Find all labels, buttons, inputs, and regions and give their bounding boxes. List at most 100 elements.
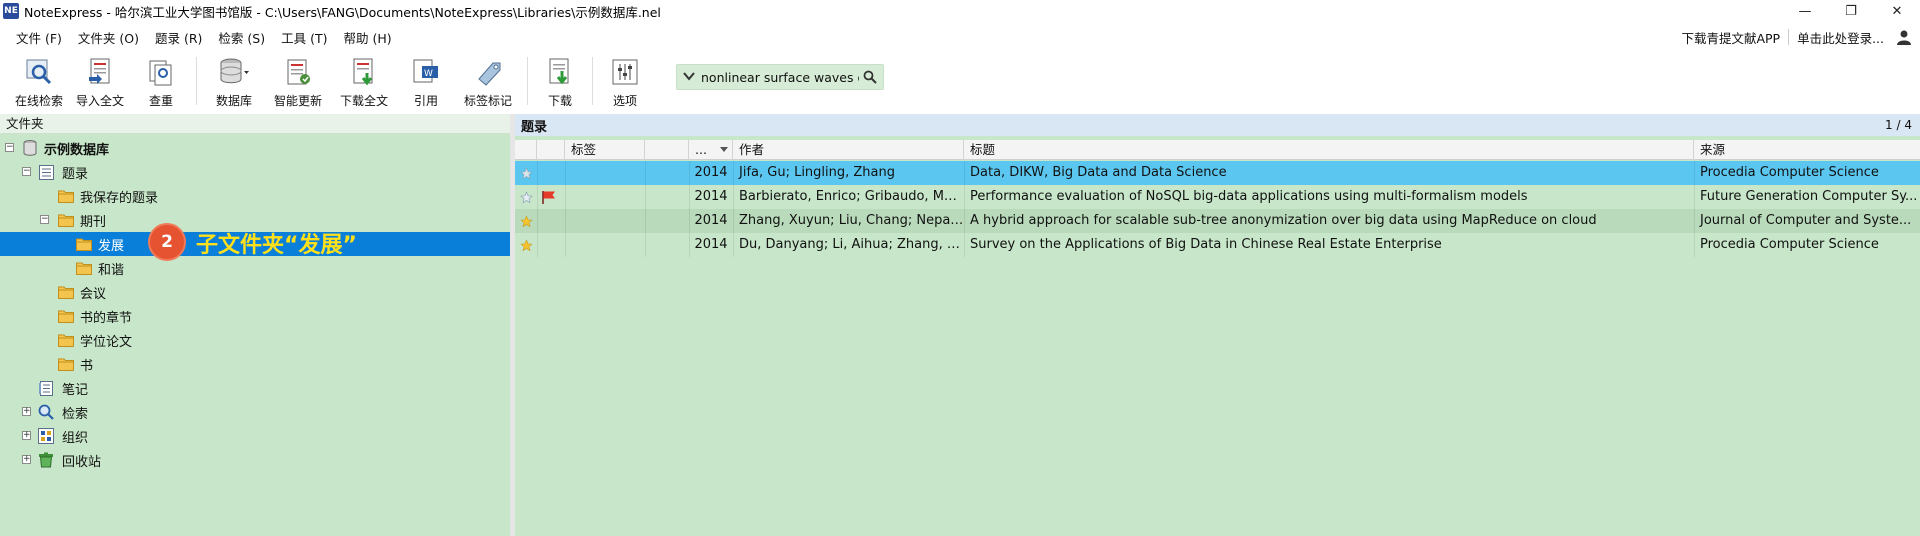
- tree-node-recycle-bin[interactable]: + 回收站: [0, 448, 510, 472]
- database-icon: [22, 140, 38, 156]
- options-label: 选项: [612, 94, 637, 108]
- references-icon: [38, 164, 54, 180]
- collapse-icon[interactable]: −: [5, 143, 14, 152]
- database-label: 数据库: [215, 94, 252, 108]
- online-search-button[interactable]: 在线检索: [10, 52, 68, 110]
- tree-node-book[interactable]: 书: [0, 352, 510, 376]
- login-link[interactable]: 单击此处登录...: [1789, 28, 1892, 47]
- tree-node-search[interactable]: + 检索: [0, 400, 510, 424]
- tree-node-references[interactable]: − 题录: [0, 160, 510, 184]
- tree-node-book-chapter[interactable]: 书的章节: [0, 304, 510, 328]
- tree-node-harmony[interactable]: 和谐: [0, 256, 510, 280]
- column-header-year[interactable]: ...: [689, 140, 733, 160]
- annotation-step-badge: 2: [148, 223, 186, 261]
- red-flag-icon[interactable]: [541, 189, 557, 205]
- cell-author: Zhang, Xuyun; Liu, Chang; Nepal, ...: [739, 213, 964, 228]
- cell-author: Jifa, Gu; Lingling, Zhang: [739, 165, 896, 180]
- cell-divider: [645, 209, 646, 233]
- quick-search-query[interactable]: nonlinear surface waves on: [701, 70, 859, 85]
- star-yellow-icon[interactable]: [518, 213, 534, 229]
- cell-year: 2014: [694, 237, 728, 252]
- column-header-tags[interactable]: 标签: [565, 140, 645, 160]
- quick-search-box[interactable]: nonlinear surface waves on: [676, 64, 884, 90]
- tag-button[interactable]: 标签标记: [455, 52, 521, 110]
- star-yellow-icon[interactable]: [518, 237, 534, 253]
- tree-node-organize[interactable]: + 组织: [0, 424, 510, 448]
- expand-icon[interactable]: +: [22, 407, 31, 416]
- cell-divider: [565, 185, 566, 209]
- collapse-icon[interactable]: −: [22, 167, 31, 176]
- download-icon: [544, 56, 576, 88]
- table-row[interactable]: 2014 Zhang, Xuyun; Liu, Chang; Nepal, ..…: [515, 209, 1920, 233]
- tree-node-conference[interactable]: 会议: [0, 280, 510, 304]
- close-button[interactable]: ✕: [1874, 0, 1920, 22]
- tree-node-label: 书: [80, 358, 94, 374]
- star-outline-icon[interactable]: [518, 189, 534, 205]
- folder-icon: [58, 284, 74, 300]
- cell-divider: [565, 209, 566, 233]
- tree-node-label: 书的章节: [80, 310, 133, 326]
- cell-divider: [565, 233, 566, 257]
- minimize-button[interactable]: —: [1782, 0, 1828, 22]
- star-grey-icon[interactable]: [518, 165, 534, 181]
- tree-node-notes[interactable]: 笔记: [0, 376, 510, 400]
- table-row[interactable]: 2014 Barbierato, Enrico; Gribaudo, Mar..…: [515, 185, 1920, 209]
- import-fulltext-button[interactable]: 导入全文: [68, 52, 132, 110]
- menu-reference[interactable]: 题录 (R): [147, 28, 210, 47]
- tree-node-my-saved-references[interactable]: 我保存的题录: [0, 184, 510, 208]
- column-header-author[interactable]: 作者: [733, 140, 964, 160]
- tree-node-label: 检索: [62, 406, 89, 422]
- cell-divider: [565, 161, 566, 185]
- menu-bar: 文件 (F) 文件夹 (O) 题录 (R) 检索 (S) 工具 (T) 帮助 (…: [0, 26, 1920, 48]
- column-header-source[interactable]: 来源: [1694, 140, 1920, 160]
- download-fulltext-label: 下载全文: [339, 94, 388, 108]
- cell-title: Data, DIKW, Big Data and Data Science: [970, 165, 1227, 180]
- toolbar-separator: [592, 57, 593, 105]
- window-controls: — ❐ ✕: [1782, 0, 1920, 22]
- column-header-blank[interactable]: [645, 140, 689, 160]
- cell-author: Du, Danyang; Li, Aihua; Zhang, Li...: [739, 237, 964, 252]
- toolbar-separator: [196, 57, 197, 105]
- tree-node-sample-database[interactable]: − 示例数据库: [0, 136, 510, 160]
- download-fulltext-button[interactable]: 下载全文: [331, 52, 397, 110]
- cell-divider: [537, 209, 538, 233]
- column-header-flag[interactable]: [537, 140, 565, 160]
- cell-source: Procedia Computer Science: [1700, 165, 1879, 180]
- column-header-title[interactable]: 标题: [964, 140, 1694, 160]
- options-button[interactable]: 选项: [599, 52, 651, 110]
- online-search-icon: [23, 56, 55, 88]
- restore-button[interactable]: ❐: [1828, 0, 1874, 22]
- collapse-icon[interactable]: −: [40, 215, 49, 224]
- reference-pane-header: 题录 1 / 4: [515, 114, 1920, 136]
- search-icon[interactable]: [863, 70, 877, 84]
- cell-source: Future Generation Computer Sy...: [1700, 189, 1918, 204]
- menu-folder[interactable]: 文件夹 (O): [70, 28, 147, 47]
- folder-icon: [58, 356, 74, 372]
- menu-help[interactable]: 帮助 (H): [335, 28, 399, 47]
- smart-update-button[interactable]: 智能更新: [265, 52, 331, 110]
- menu-file[interactable]: 文件 (F): [8, 28, 70, 47]
- menu-tools[interactable]: 工具 (T): [273, 28, 335, 47]
- menu-search[interactable]: 检索 (S): [210, 28, 273, 47]
- expand-icon[interactable]: +: [22, 455, 31, 464]
- folder-icon: [76, 236, 92, 252]
- expand-icon[interactable]: +: [22, 431, 31, 440]
- download-button[interactable]: 下载: [534, 52, 586, 110]
- download-app-link[interactable]: 下载青提文献APP: [1673, 28, 1788, 47]
- database-icon: [218, 56, 250, 88]
- options-icon: [609, 56, 641, 88]
- tag-icon: [472, 56, 504, 88]
- page-indicator: 1 / 4: [1885, 118, 1912, 132]
- table-row[interactable]: 2014 Jifa, Gu; Lingling, Zhang Data, DIK…: [515, 161, 1920, 185]
- database-button[interactable]: 数据库: [203, 52, 265, 110]
- chevron-down-icon[interactable]: [683, 70, 695, 84]
- tree-node-thesis[interactable]: 学位论文: [0, 328, 510, 352]
- table-row[interactable]: 2014 Du, Danyang; Li, Aihua; Zhang, Li..…: [515, 233, 1920, 257]
- user-icon[interactable]: [1892, 26, 1916, 48]
- column-header-star[interactable]: [515, 140, 537, 160]
- cite-button[interactable]: W 引用: [397, 52, 455, 110]
- duplicate-check-button[interactable]: 查重: [132, 52, 190, 110]
- folder-icon: [58, 308, 74, 324]
- duplicate-check-icon: [145, 56, 177, 88]
- column-header-year-label: ...: [695, 142, 707, 157]
